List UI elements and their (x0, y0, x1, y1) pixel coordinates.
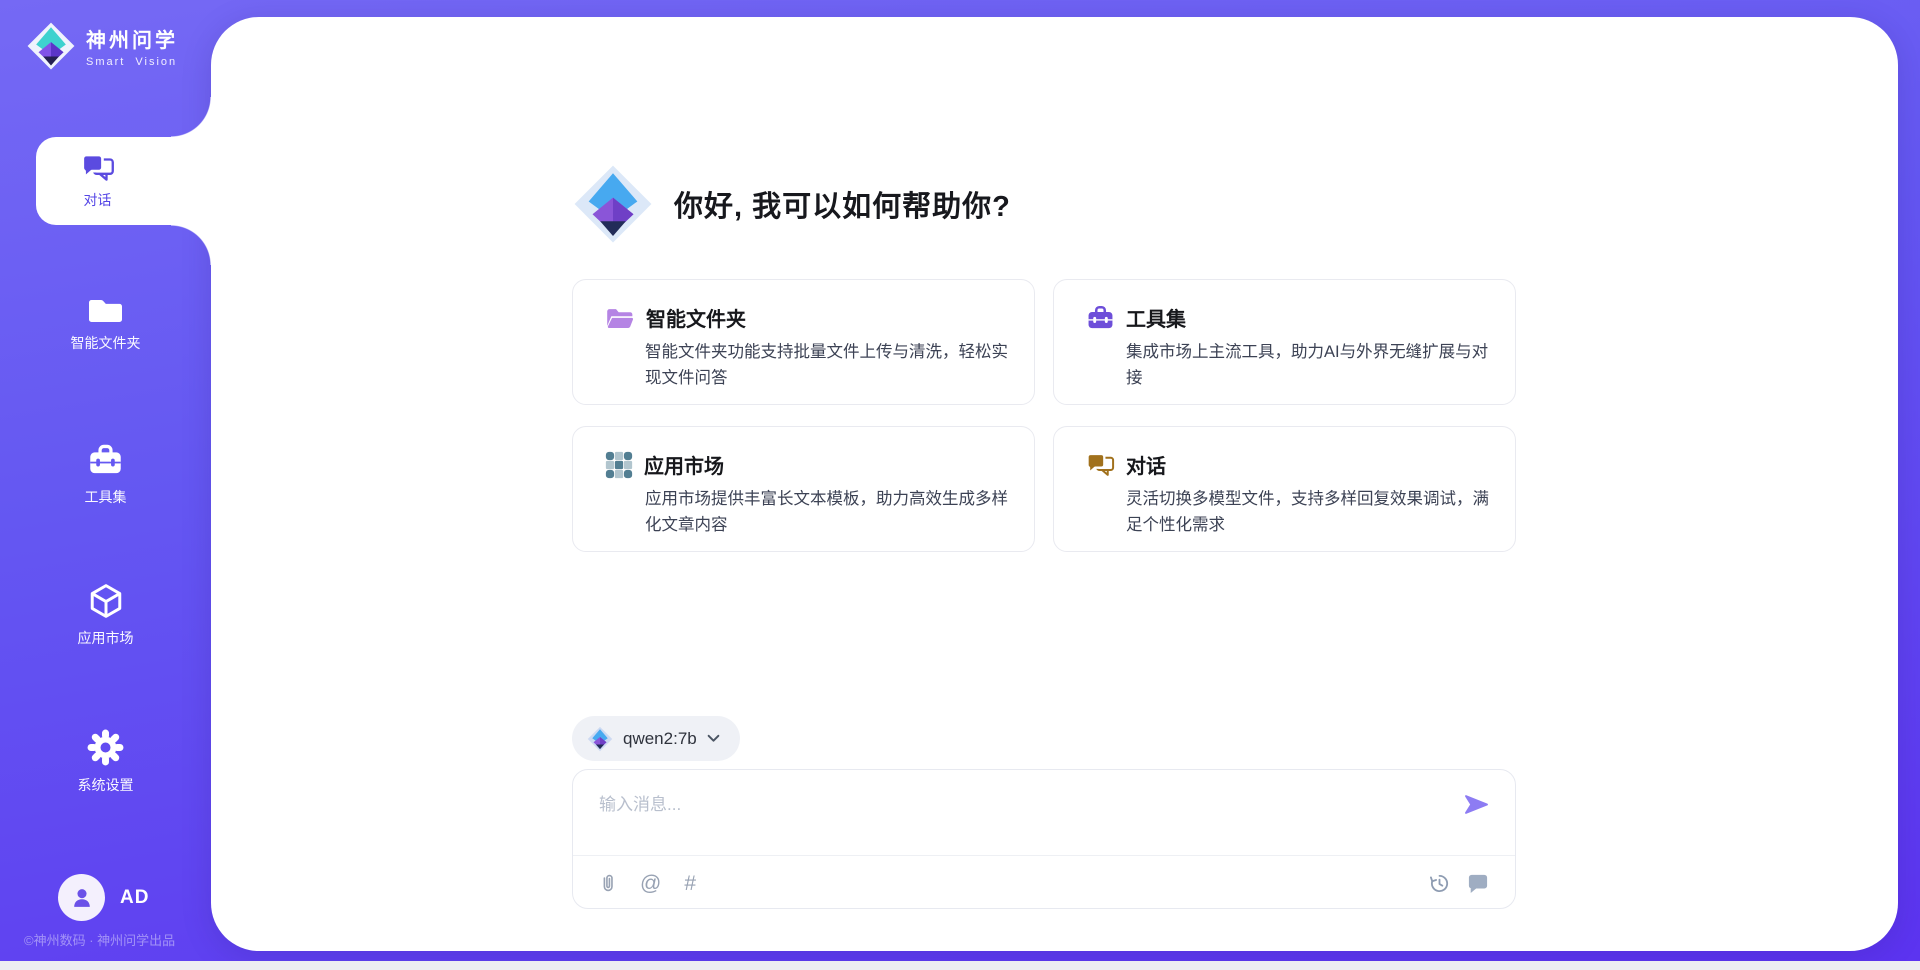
card-description: 集成市场上主流工具，助力AI与外界无缝扩展与对接 (1126, 339, 1489, 392)
sidebar-item-toolset[interactable]: 工具集 (0, 441, 211, 507)
paperclip-icon[interactable] (599, 872, 617, 894)
send-icon (1464, 794, 1489, 815)
sidebar-item-label: 工具集 (85, 487, 127, 507)
page-bottom-strip (0, 961, 1920, 970)
card-title: 对话 (1126, 450, 1166, 479)
composer-divider (573, 855, 1515, 856)
grid-icon (605, 451, 633, 479)
card-toolset[interactable]: 工具集 集成市场上主流工具，助力AI与外界无缝扩展与对接 (1053, 279, 1516, 405)
card-description: 灵活切换多模型文件，支持多样回复效果调试，满足个性化需求 (1126, 486, 1489, 539)
feature-cards: 智能文件夹 智能文件夹功能支持批量文件上传与清洗，轻松实现文件问答 工具集 集成… (572, 279, 1516, 552)
folder-icon (87, 296, 124, 324)
user-name: AD (120, 887, 149, 909)
model-selector[interactable]: qwen2:7b (572, 716, 740, 761)
gear-icon (87, 729, 124, 766)
card-title: 应用市场 (644, 450, 724, 479)
history-icon[interactable] (1429, 873, 1450, 894)
diamond-logo-icon (587, 726, 613, 752)
copyright-text: ©神州数码 · 神州问学出品 (24, 930, 175, 949)
greeting-hero: 你好, 我可以如何帮助你? (572, 163, 1011, 245)
card-app-market[interactable]: 应用市场 应用市场提供丰富长文本模板，助力高效生成多样化文章内容 (572, 426, 1035, 552)
card-title: 智能文件夹 (646, 303, 746, 332)
message-composer: @ # (572, 769, 1516, 909)
chat-double-icon (1086, 452, 1115, 478)
sidebar-item-smart-folder[interactable]: 智能文件夹 (0, 296, 211, 353)
card-smart-folder[interactable]: 智能文件夹 智能文件夹功能支持批量文件上传与清洗，轻松实现文件问答 (572, 279, 1035, 405)
app-title: 神州问学 (86, 24, 178, 53)
user-account[interactable]: AD (58, 874, 149, 921)
briefcase-icon (1086, 303, 1115, 332)
hashtag-icon[interactable]: # (684, 873, 696, 894)
card-description: 智能文件夹功能支持批量文件上传与清洗，轻松实现文件问答 (645, 339, 1008, 392)
model-name: qwen2:7b (623, 729, 697, 749)
diamond-logo-icon (26, 21, 76, 71)
card-chat[interactable]: 对话 灵活切换多模型文件，支持多样回复效果调试，满足个性化需求 (1053, 426, 1516, 552)
sidebar-item-label: 应用市场 (78, 628, 134, 648)
diamond-logo-icon (572, 163, 654, 245)
app-logo: 神州问学 Smart Vision (26, 21, 178, 71)
app-subtitle: Smart Vision (86, 56, 178, 68)
folder-open-icon (605, 305, 635, 331)
greeting-title: 你好, 我可以如何帮助你? (674, 183, 1011, 225)
mention-icon[interactable]: @ (640, 873, 661, 894)
sidebar-item-label: 智能文件夹 (71, 333, 141, 353)
send-button[interactable] (1464, 794, 1489, 815)
message-input[interactable] (599, 790, 1419, 846)
briefcase-icon (87, 441, 124, 478)
feedback-bubble-icon[interactable] (1467, 873, 1489, 893)
chat-double-icon (81, 153, 115, 183)
card-description: 应用市场提供丰富长文本模板，助力高效生成多样化文章内容 (645, 486, 1008, 539)
sidebar-item-label: 系统设置 (78, 775, 134, 795)
card-title: 工具集 (1126, 303, 1186, 332)
chevron-down-icon (707, 734, 720, 743)
person-icon (69, 885, 95, 911)
main-content-panel: 你好, 我可以如何帮助你? 智能文件夹 智能文件夹功能支持批量文件上传与清洗，轻… (211, 17, 1898, 951)
sidebar-item-app-market[interactable]: 应用市场 (0, 583, 211, 648)
cube-icon (88, 583, 124, 619)
sidebar-item-label: 对话 (84, 190, 112, 210)
sidebar-item-settings[interactable]: 系统设置 (0, 729, 211, 795)
sidebar-item-chat[interactable]: 对话 (36, 137, 211, 225)
avatar (58, 874, 105, 921)
